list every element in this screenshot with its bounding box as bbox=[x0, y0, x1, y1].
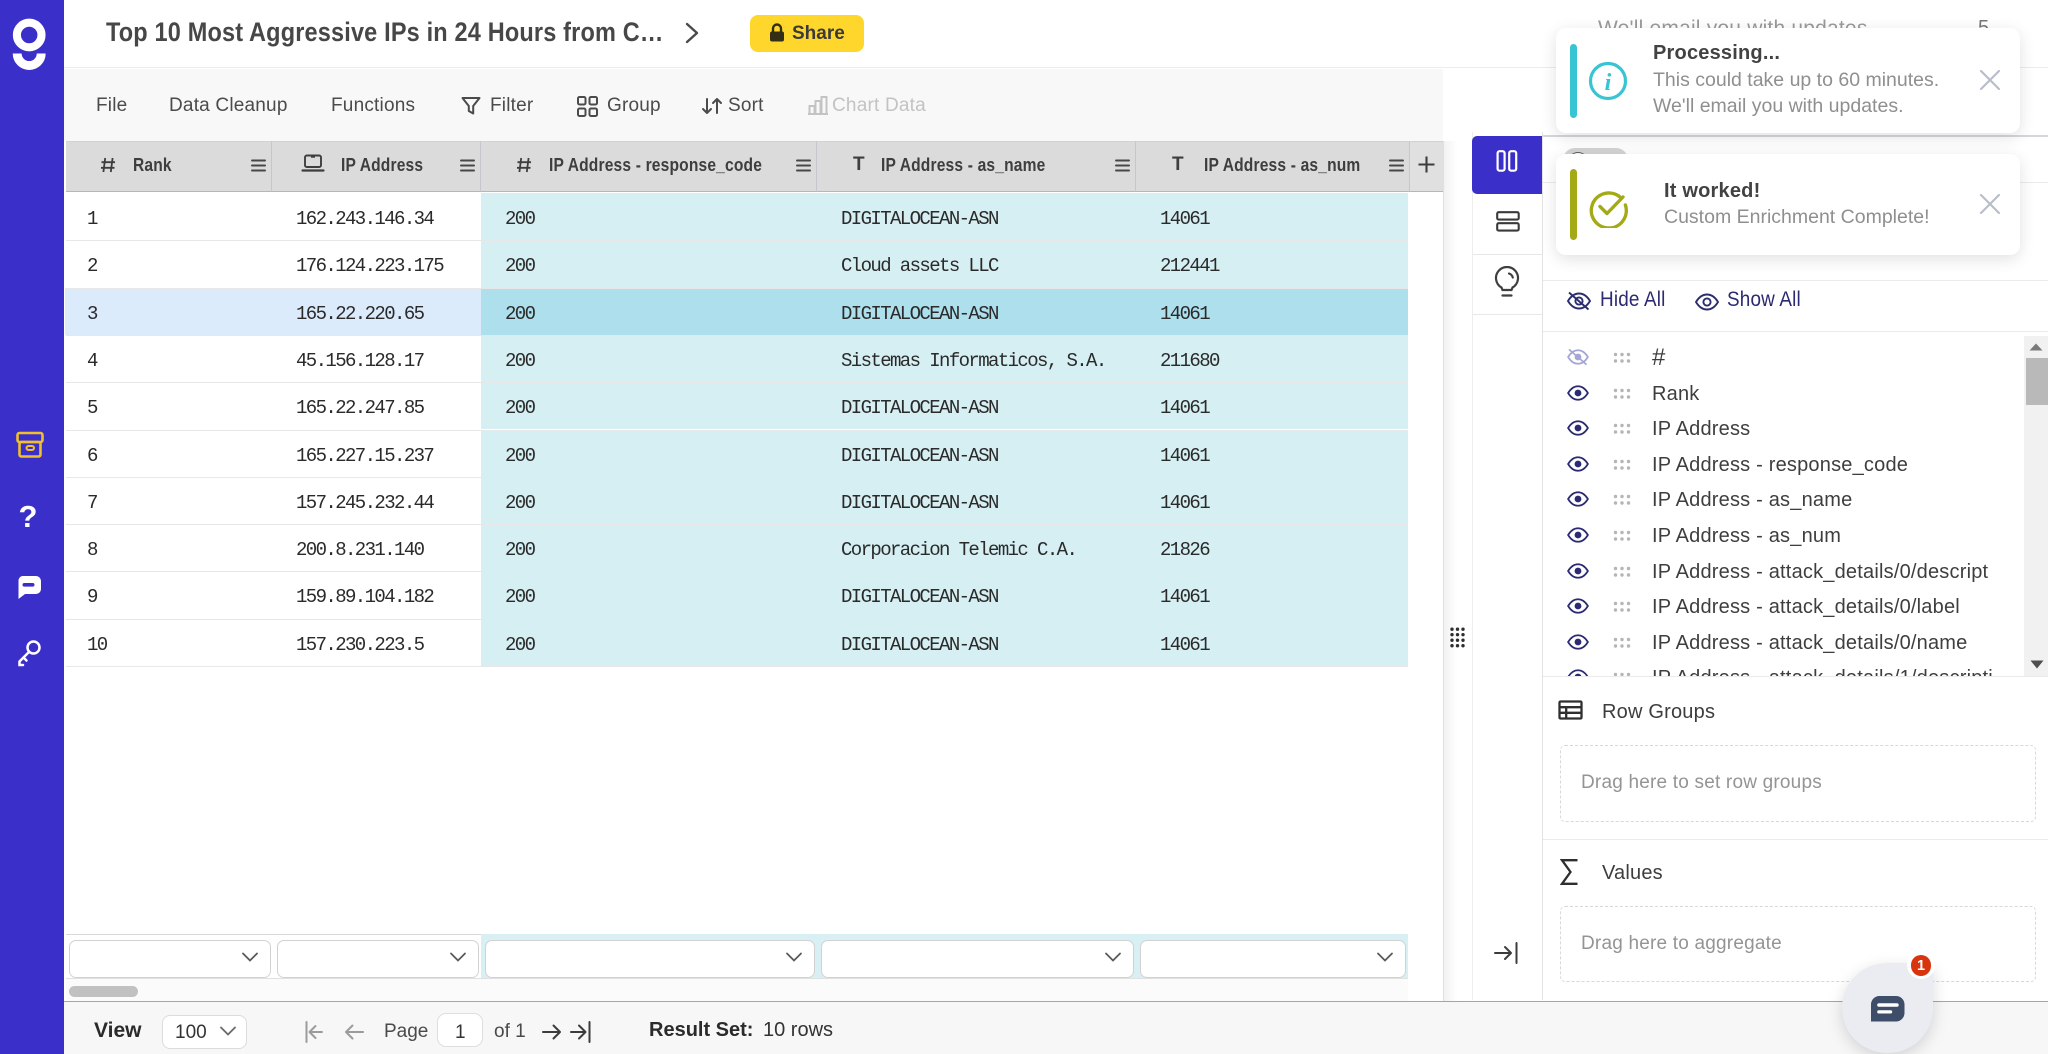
svg-text:i: i bbox=[1605, 70, 1612, 96]
svg-text:?: ? bbox=[19, 499, 38, 534]
